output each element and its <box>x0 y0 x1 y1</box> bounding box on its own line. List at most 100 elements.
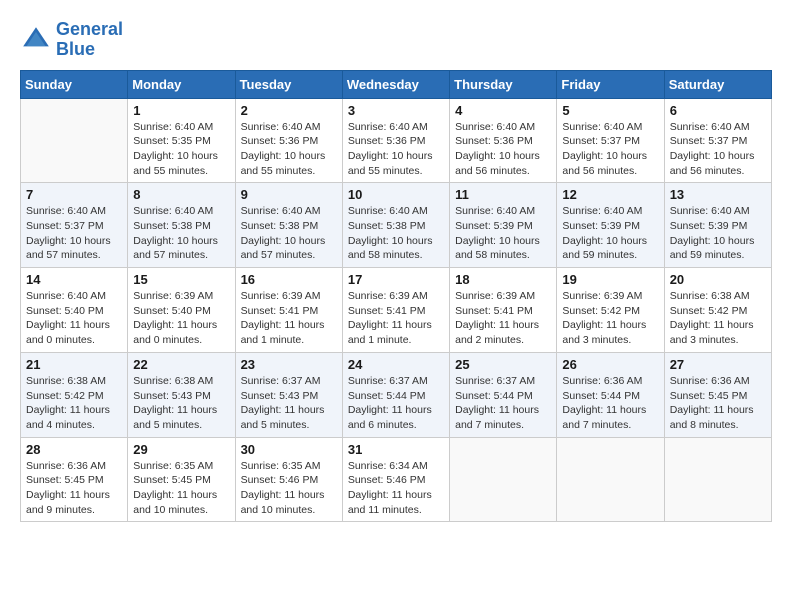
day-info: Sunrise: 6:37 AMSunset: 5:44 PMDaylight:… <box>455 374 551 433</box>
calendar-table: SundayMondayTuesdayWednesdayThursdayFrid… <box>20 70 772 523</box>
calendar-cell: 9 Sunrise: 6:40 AMSunset: 5:38 PMDaylight… <box>235 183 342 268</box>
calendar-cell: 20 Sunrise: 6:38 AMSunset: 5:42 PMDayligh… <box>664 268 771 353</box>
calendar-cell: 2 Sunrise: 6:40 AMSunset: 5:36 PMDaylight… <box>235 98 342 183</box>
calendar-week-row: 14 Sunrise: 6:40 AMSunset: 5:40 PMDayligh… <box>21 268 772 353</box>
day-number: 10 <box>348 187 444 202</box>
day-number: 9 <box>241 187 337 202</box>
calendar-cell: 13 Sunrise: 6:40 AMSunset: 5:39 PMDayligh… <box>664 183 771 268</box>
day-number: 12 <box>562 187 658 202</box>
calendar-week-row: 21Sunrise: 6:38 AMSunset: 5:42 PMDayligh… <box>21 352 772 437</box>
day-info: Sunrise: 6:40 AMSunset: 5:37 PMDaylight:… <box>562 120 658 179</box>
day-of-week-header: Thursday <box>450 70 557 98</box>
calendar-cell: 28 Sunrise: 6:36 AMSunset: 5:45 PMDayligh… <box>21 437 128 522</box>
calendar-cell: 18 Sunrise: 6:39 AMSunset: 5:41 PMDayligh… <box>450 268 557 353</box>
day-info: Sunrise: 6:40 AMSunset: 5:40 PMDaylight:… <box>26 289 122 348</box>
calendar-cell: 16Sunrise: 6:39 AMSunset: 5:41 PMDayligh… <box>235 268 342 353</box>
day-info: Sunrise: 6:39 AMSunset: 5:41 PMDaylight:… <box>455 289 551 348</box>
day-info: Sunrise: 6:40 AMSunset: 5:37 PMDaylight:… <box>26 204 122 263</box>
day-number: 31 <box>348 442 444 457</box>
day-number: 26 <box>562 357 658 372</box>
calendar-cell: 15 Sunrise: 6:39 AMSunset: 5:40 PMDayligh… <box>128 268 235 353</box>
calendar-cell: 3 Sunrise: 6:40 AMSunset: 5:36 PMDaylight… <box>342 98 449 183</box>
day-info: Sunrise: 6:40 AMSunset: 5:38 PMDaylight:… <box>348 204 444 263</box>
day-number: 16 <box>241 272 337 287</box>
calendar-cell: 1Sunrise: 6:40 AMSunset: 5:35 PMDaylight… <box>128 98 235 183</box>
logo: General Blue <box>20 20 123 60</box>
day-number: 7 <box>26 187 122 202</box>
day-number: 18 <box>455 272 551 287</box>
logo-text: General Blue <box>56 20 123 60</box>
day-info: Sunrise: 6:36 AMSunset: 5:44 PMDaylight:… <box>562 374 658 433</box>
calendar-header-row: SundayMondayTuesdayWednesdayThursdayFrid… <box>21 70 772 98</box>
calendar-cell: 4 Sunrise: 6:40 AMSunset: 5:36 PMDaylight… <box>450 98 557 183</box>
day-info: Sunrise: 6:39 AMSunset: 5:41 PMDaylight:… <box>348 289 444 348</box>
day-number: 2 <box>241 103 337 118</box>
day-of-week-header: Saturday <box>664 70 771 98</box>
calendar-cell <box>21 98 128 183</box>
day-number: 25 <box>455 357 551 372</box>
calendar-cell: 26 Sunrise: 6:36 AMSunset: 5:44 PMDayligh… <box>557 352 664 437</box>
calendar-cell: 27Sunrise: 6:36 AMSunset: 5:45 PMDayligh… <box>664 352 771 437</box>
day-number: 15 <box>133 272 229 287</box>
calendar-cell: 7 Sunrise: 6:40 AMSunset: 5:37 PMDaylight… <box>21 183 128 268</box>
day-number: 17 <box>348 272 444 287</box>
logo-icon <box>20 24 52 56</box>
calendar-cell: 21Sunrise: 6:38 AMSunset: 5:42 PMDayligh… <box>21 352 128 437</box>
day-number: 13 <box>670 187 766 202</box>
day-info: Sunrise: 6:40 AMSunset: 5:39 PMDaylight:… <box>670 204 766 263</box>
day-info: Sunrise: 6:36 AMSunset: 5:45 PMDaylight:… <box>26 459 122 518</box>
calendar-cell: 23 Sunrise: 6:37 AMSunset: 5:43 PMDayligh… <box>235 352 342 437</box>
day-of-week-header: Tuesday <box>235 70 342 98</box>
day-number: 8 <box>133 187 229 202</box>
calendar-cell <box>450 437 557 522</box>
day-number: 20 <box>670 272 766 287</box>
day-info: Sunrise: 6:40 AMSunset: 5:39 PMDaylight:… <box>455 204 551 263</box>
day-number: 5 <box>562 103 658 118</box>
calendar-cell: 22 Sunrise: 6:38 AMSunset: 5:43 PMDayligh… <box>128 352 235 437</box>
calendar-cell: 24 Sunrise: 6:37 AMSunset: 5:44 PMDayligh… <box>342 352 449 437</box>
day-info: Sunrise: 6:39 AMSunset: 5:40 PMDaylight:… <box>133 289 229 348</box>
day-info: Sunrise: 6:40 AMSunset: 5:38 PMDaylight:… <box>133 204 229 263</box>
day-info: Sunrise: 6:40 AMSunset: 5:36 PMDaylight:… <box>241 120 337 179</box>
day-number: 1 <box>133 103 229 118</box>
day-info: Sunrise: 6:40 AMSunset: 5:39 PMDaylight:… <box>562 204 658 263</box>
calendar-cell: 14 Sunrise: 6:40 AMSunset: 5:40 PMDayligh… <box>21 268 128 353</box>
calendar-cell: 12 Sunrise: 6:40 AMSunset: 5:39 PMDayligh… <box>557 183 664 268</box>
calendar-cell: 30Sunrise: 6:35 AMSunset: 5:46 PMDayligh… <box>235 437 342 522</box>
day-number: 22 <box>133 357 229 372</box>
day-info: Sunrise: 6:40 AMSunset: 5:36 PMDaylight:… <box>455 120 551 179</box>
day-number: 27 <box>670 357 766 372</box>
calendar-cell: 25 Sunrise: 6:37 AMSunset: 5:44 PMDayligh… <box>450 352 557 437</box>
day-info: Sunrise: 6:37 AMSunset: 5:44 PMDaylight:… <box>348 374 444 433</box>
day-number: 6 <box>670 103 766 118</box>
day-of-week-header: Wednesday <box>342 70 449 98</box>
calendar-week-row: 1Sunrise: 6:40 AMSunset: 5:35 PMDaylight… <box>21 98 772 183</box>
day-number: 3 <box>348 103 444 118</box>
day-number: 19 <box>562 272 658 287</box>
day-info: Sunrise: 6:39 AMSunset: 5:42 PMDaylight:… <box>562 289 658 348</box>
calendar-week-row: 7 Sunrise: 6:40 AMSunset: 5:37 PMDaylight… <box>21 183 772 268</box>
day-number: 23 <box>241 357 337 372</box>
calendar-cell <box>557 437 664 522</box>
calendar-cell <box>664 437 771 522</box>
calendar-cell: 8 Sunrise: 6:40 AMSunset: 5:38 PMDaylight… <box>128 183 235 268</box>
day-of-week-header: Sunday <box>21 70 128 98</box>
calendar-cell: 17 Sunrise: 6:39 AMSunset: 5:41 PMDayligh… <box>342 268 449 353</box>
day-of-week-header: Friday <box>557 70 664 98</box>
day-info: Sunrise: 6:40 AMSunset: 5:36 PMDaylight:… <box>348 120 444 179</box>
day-info: Sunrise: 6:38 AMSunset: 5:42 PMDaylight:… <box>670 289 766 348</box>
day-info: Sunrise: 6:40 AMSunset: 5:38 PMDaylight:… <box>241 204 337 263</box>
calendar-cell: 5 Sunrise: 6:40 AMSunset: 5:37 PMDaylight… <box>557 98 664 183</box>
calendar-cell: 11Sunrise: 6:40 AMSunset: 5:39 PMDayligh… <box>450 183 557 268</box>
day-info: Sunrise: 6:37 AMSunset: 5:43 PMDaylight:… <box>241 374 337 433</box>
day-number: 28 <box>26 442 122 457</box>
day-info: Sunrise: 6:38 AMSunset: 5:43 PMDaylight:… <box>133 374 229 433</box>
day-number: 14 <box>26 272 122 287</box>
day-info: Sunrise: 6:40 AMSunset: 5:37 PMDaylight:… <box>670 120 766 179</box>
day-number: 24 <box>348 357 444 372</box>
day-info: Sunrise: 6:35 AMSunset: 5:46 PMDaylight:… <box>241 459 337 518</box>
day-number: 29 <box>133 442 229 457</box>
page-header: General Blue <box>20 20 772 60</box>
day-number: 4 <box>455 103 551 118</box>
day-info: Sunrise: 6:34 AMSunset: 5:46 PMDaylight:… <box>348 459 444 518</box>
